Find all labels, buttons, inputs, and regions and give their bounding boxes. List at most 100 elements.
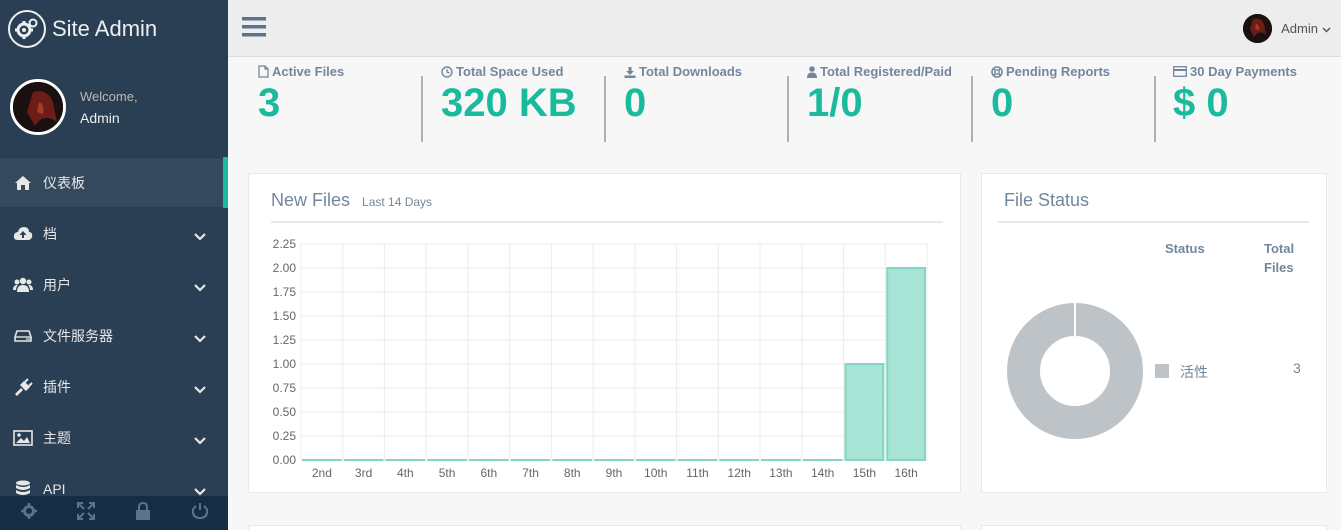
x-tick-label: 15th [853, 466, 876, 480]
stat-total-registered-paid: Total Registered/Paid 1/0 [807, 64, 959, 142]
download-icon [624, 66, 636, 78]
sidebar-item-dashboard[interactable]: 仪表板 [0, 157, 228, 208]
sidebar-item-label: 插件 [43, 378, 71, 395]
sidebar-item-label: 仪表板 [43, 174, 85, 191]
sidebar-item-label: 文件服务器 [43, 327, 113, 344]
sidebar-item-plugins[interactable]: 插件 [0, 361, 228, 412]
sidebar-item-themes[interactable]: 主题 [0, 412, 228, 463]
sidebar-item-label: API [43, 480, 66, 497]
legend-swatch [1155, 364, 1169, 378]
plug-icon [13, 377, 33, 396]
stat-label: 30 Day Payments [1190, 64, 1297, 79]
x-tick-label: 16th [894, 466, 917, 480]
x-tick-label: 4th [397, 466, 414, 480]
panel-divider [271, 221, 943, 223]
home-icon [13, 174, 33, 192]
y-tick-label: 1.50 [273, 309, 297, 323]
chevron-down-icon [1322, 20, 1331, 38]
profile-welcome: Welcome, [80, 88, 138, 104]
fullscreen-icon [76, 501, 95, 525]
stat-value: $ 0 [1173, 81, 1229, 125]
stat-label: Active Files [272, 64, 345, 79]
x-tick-label: 9th [606, 466, 623, 480]
stat-divider [1154, 76, 1156, 142]
chevron-down-icon [194, 381, 206, 397]
lock-button[interactable] [114, 496, 171, 530]
logout-button[interactable] [171, 496, 228, 530]
panel-title: New Files Last 14 Days [271, 190, 432, 211]
user-menu[interactable]: Admin [1243, 14, 1331, 43]
x-tick-label: 12th [728, 466, 751, 480]
stat-total-downloads: Total Downloads 0 [624, 64, 784, 142]
new-files-chart: 0.00 0.25 0.50 0.75 1.00 1.25 1.50 1.75 2.00 2.25… [273, 237, 928, 480]
stat-divider [421, 76, 423, 142]
x-tick-label: 14th [811, 466, 834, 480]
x-tick-label: 7th [522, 466, 539, 480]
users-icon [13, 276, 33, 294]
y-tick-label: 2.25 [273, 237, 297, 251]
stat-value: 320 KB [441, 81, 577, 125]
stat-divider [971, 76, 973, 142]
gear-icon [20, 502, 37, 524]
stat-divider [604, 76, 606, 142]
x-tick-label: 13th [769, 466, 792, 480]
image-icon [13, 429, 33, 447]
sidebar-item-files[interactable]: 档 [0, 208, 228, 259]
y-tick-label: 0.25 [273, 429, 297, 443]
lower-panel-left [248, 525, 961, 530]
bar [886, 267, 926, 461]
panel-subtitle: Last 14 Days [362, 195, 433, 209]
x-tick-label: 3rd [355, 466, 372, 480]
stat-30-day-payments: 30 Day Payments $ 0 [1173, 64, 1338, 142]
sidebar-nav: 仪表板 档 用户 文件服务器 插件 主题 API [0, 157, 228, 514]
x-tick-label: 10th [644, 466, 667, 480]
file-icon [258, 65, 269, 78]
y-tick-label: 1.00 [273, 357, 297, 371]
sidebar: Site Admin Welcome, Admin 仪表板 档 用户 文件服务器… [0, 0, 228, 530]
file-status-donut-chart [1007, 303, 1143, 439]
lifesaver-icon [991, 65, 1003, 78]
clock-icon [441, 65, 453, 78]
y-tick-label: 0.75 [273, 381, 297, 395]
x-tick-label: 11th [686, 466, 708, 480]
fullscreen-button[interactable] [57, 496, 114, 530]
user-icon [807, 65, 817, 78]
stat-label: Pending Reports [1006, 64, 1111, 79]
gears-icon [8, 9, 46, 48]
settings-button[interactable] [0, 496, 57, 530]
sidebar-item-users[interactable]: 用户 [0, 259, 228, 310]
stat-label: Total Space Used [456, 64, 564, 79]
donut-slice [1007, 303, 1143, 439]
cloud-upload-icon [13, 225, 33, 243]
stat-pending-reports: Pending Reports 0 [991, 64, 1151, 142]
legend-value: 3 [1293, 360, 1301, 376]
y-tick-label: 1.75 [273, 285, 297, 299]
y-tick-label: 0.50 [273, 405, 297, 419]
profile-avatar [10, 79, 66, 135]
file-status-panel: File Status Status Total Files 活性 3 [981, 173, 1327, 493]
stat-value: 0 [624, 81, 647, 125]
sidebar-item-label: 主题 [43, 429, 71, 446]
x-tick-label: 2nd [312, 466, 332, 480]
stats-row: Active Files 3 Total Space Used 320 KB T… [248, 64, 1341, 144]
x-tick-label: 8th [564, 466, 581, 480]
hdd-icon [13, 327, 33, 345]
stat-value: 3 [258, 81, 281, 125]
panel-title: File Status [1004, 190, 1090, 210]
new-files-panel: New Files Last 14 Days 0.00 0.25 0.50 0.75 1.… [248, 173, 961, 493]
power-icon [191, 502, 209, 525]
total-files-column-header-line1: Total [1264, 241, 1295, 256]
sidebar-footer [0, 496, 228, 530]
chevron-down-icon [194, 279, 206, 295]
bar [844, 363, 885, 461]
menu-toggle-button[interactable] [242, 16, 266, 38]
lower-panel-right [981, 525, 1327, 530]
x-tick-label: 5th [439, 466, 456, 480]
user-name: Admin [1281, 21, 1318, 36]
x-tick-label: 6th [480, 466, 497, 480]
chevron-down-icon [194, 228, 206, 244]
brand[interactable]: Site Admin [0, 0, 228, 57]
sidebar-item-file-servers[interactable]: 文件服务器 [0, 310, 228, 361]
credit-card-icon [1173, 66, 1187, 77]
stat-value: 0 [991, 81, 1014, 125]
